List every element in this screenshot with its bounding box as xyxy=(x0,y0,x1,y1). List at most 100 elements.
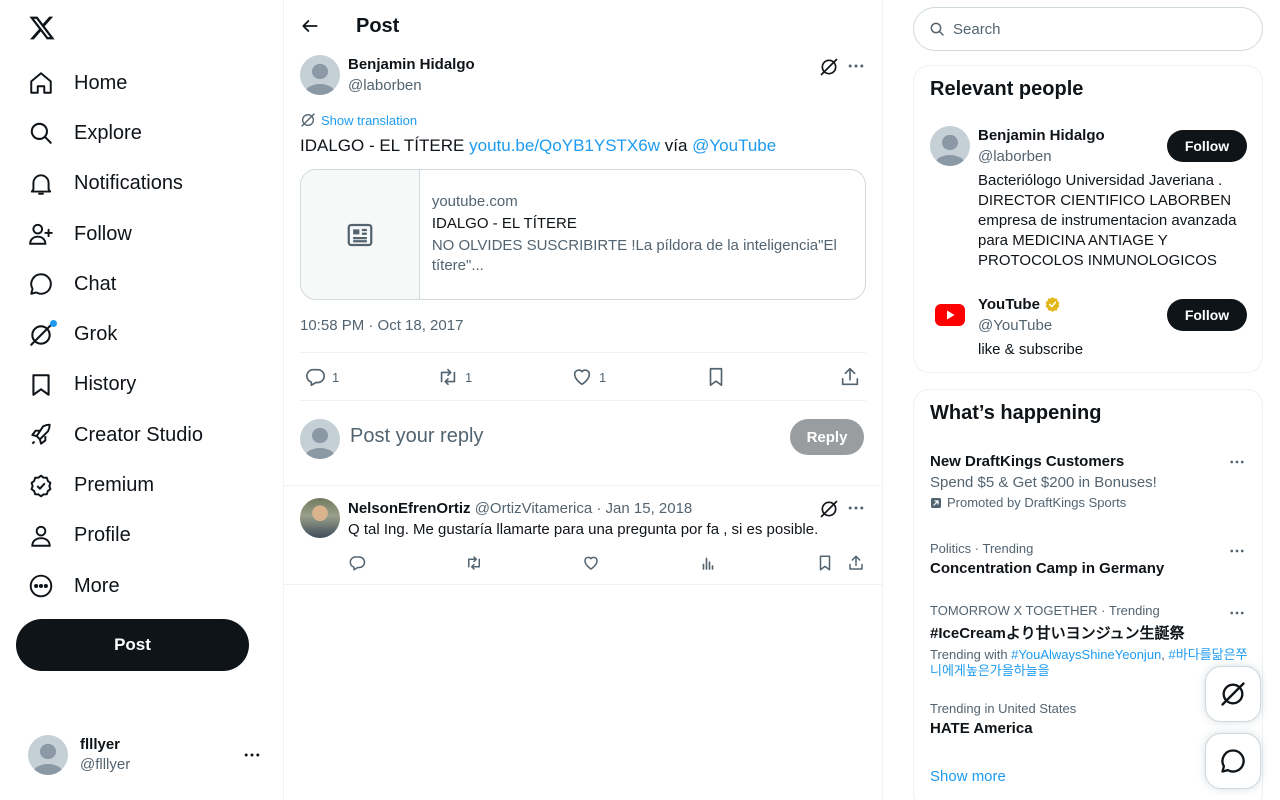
nav-follow[interactable]: Follow xyxy=(16,209,266,259)
nav-premium[interactable]: Premium xyxy=(16,460,266,510)
reply-icon xyxy=(306,368,325,387)
follow-button[interactable]: Follow xyxy=(1167,130,1247,162)
tweet-link[interactable]: youtu.be/QoYB1YSTX6w xyxy=(469,136,660,155)
grok-floating-button[interactable] xyxy=(1205,666,1261,722)
tweet-action-bar: 1 1 1 xyxy=(300,352,866,401)
account-name: flllyer xyxy=(80,736,121,753)
account-handle: @flllyer xyxy=(80,756,131,773)
tweet-text-via: vía xyxy=(660,136,693,155)
person-name[interactable]: Benjamin Hidalgo xyxy=(978,127,1105,144)
nav-explore[interactable]: Explore xyxy=(16,108,266,158)
account-switcher[interactable]: flllyer @flllyer xyxy=(28,733,268,777)
nav-more[interactable]: More xyxy=(16,561,266,611)
nav-home[interactable]: Home xyxy=(16,58,266,108)
reply-post[interactable]: NelsonEfrenOrtiz @OrtizVitamerica · Jan … xyxy=(284,486,883,585)
reply-input[interactable]: Post your reply xyxy=(350,425,483,448)
show-translation-link[interactable]: Show translation xyxy=(300,112,417,128)
trend-item[interactable]: New DraftKings Customers Spend $5 & Get … xyxy=(930,453,1250,510)
share-icon[interactable] xyxy=(847,554,865,572)
nav-grok[interactable]: Grok xyxy=(16,309,266,359)
grok-icon[interactable] xyxy=(819,499,839,519)
nav-notifications[interactable]: Notifications xyxy=(16,159,266,209)
author-handle[interactable]: @laborben xyxy=(348,77,422,94)
nav-chat[interactable]: Chat xyxy=(16,259,266,309)
link-card[interactable]: youtube.com IDALGO - EL TÍTERE NO OLVIDE… xyxy=(300,169,866,300)
relevant-people-panel: Relevant people Benjamin Hidalgo @laborb… xyxy=(913,65,1263,373)
trend-name: New DraftKings Customers xyxy=(930,453,1125,470)
mention-link[interactable]: @YouTube xyxy=(692,136,776,155)
trending-with-label: Trending with xyxy=(930,647,1012,662)
trend-item[interactable]: Politics · Trending Concentration Camp i… xyxy=(930,541,1250,577)
nav-label: Home xyxy=(74,71,128,94)
card-description: NO OLVIDES SUSCRIBIRTE !La píldora de la… xyxy=(431,237,837,274)
promoted-text: Promoted by DraftKings Sports xyxy=(947,495,1127,510)
post-button[interactable]: Post xyxy=(16,619,249,671)
nav-label: Explore xyxy=(74,121,142,144)
reply-author-name[interactable]: NelsonEfrenOrtiz xyxy=(348,500,471,517)
nav-label: Chat xyxy=(74,272,117,295)
nav-profile[interactable]: Profile xyxy=(16,511,266,561)
tweet-timestamp[interactable]: 10:58 PM · Oct 18, 2017 xyxy=(300,317,463,334)
person-avatar[interactable] xyxy=(930,126,970,166)
reply-date[interactable]: Jan 15, 2018 xyxy=(606,500,693,517)
reply-author-handle[interactable]: @OrtizVitamerica xyxy=(475,500,592,517)
reply-action[interactable]: 1 xyxy=(304,366,339,388)
like-action[interactable]: 1 xyxy=(571,366,606,388)
repost-action[interactable]: 1 xyxy=(437,366,472,388)
more-horizontal-icon[interactable] xyxy=(1228,542,1246,560)
show-more-link[interactable]: Show more xyxy=(930,768,1006,785)
person-icon xyxy=(28,523,54,549)
messages-floating-button[interactable] xyxy=(1205,733,1261,789)
repost-icon[interactable] xyxy=(465,554,483,572)
tweet-text-prefix: IDALGO - EL TÍTERE xyxy=(300,136,470,155)
person-name[interactable]: YouTube xyxy=(978,296,1061,313)
nav-label: Premium xyxy=(74,474,155,497)
more-horizontal-icon[interactable] xyxy=(1228,604,1246,622)
trend-category: Trending in United States xyxy=(930,701,1077,716)
heart-icon xyxy=(573,369,591,386)
bookmark-action[interactable] xyxy=(705,366,727,388)
bookmark-icon[interactable] xyxy=(816,554,834,572)
nav-creator-studio[interactable]: Creator Studio xyxy=(16,410,266,460)
youtube-logo-icon[interactable] xyxy=(932,297,968,333)
home-icon xyxy=(28,70,54,96)
trend-item[interactable]: Trending in United States HATE America xyxy=(930,701,1250,737)
nav-label: Follow xyxy=(74,222,132,245)
person-bio: like & subscribe xyxy=(978,341,1084,358)
primary-nav: Home Explore Notifications Follow Chat G… xyxy=(16,58,266,611)
nav-history[interactable]: History xyxy=(16,360,266,410)
more-horizontal-icon xyxy=(242,745,262,765)
more-horizontal-icon[interactable] xyxy=(1228,453,1246,471)
person-name-text: YouTube xyxy=(978,296,1040,313)
person-handle[interactable]: @YouTube xyxy=(978,317,1052,334)
hashtag-separator: , xyxy=(1161,647,1169,662)
search-field[interactable]: Search xyxy=(913,7,1263,51)
share-action[interactable] xyxy=(839,366,861,388)
tweet-text: IDALGO - EL TÍTERE youtu.be/QoYB1YSTX6w … xyxy=(300,135,776,157)
reply-button[interactable]: Reply xyxy=(790,419,864,455)
follow-button[interactable]: Follow xyxy=(1167,299,1247,331)
reply-icon[interactable] xyxy=(348,554,366,572)
author-name[interactable]: Benjamin Hidalgo xyxy=(348,56,475,73)
main-column: Post Benjamin Hidalgo @laborben Show tra… xyxy=(284,0,883,800)
card-thumbnail xyxy=(301,170,420,299)
nav-label: Grok xyxy=(74,323,118,346)
nav-label: More xyxy=(74,574,120,597)
trend-item[interactable]: TOMORROW X TOGETHER · Trending #IceCream… xyxy=(930,603,1250,679)
hashtag-link[interactable]: #YouAlwaysShineYeonjun xyxy=(1011,647,1161,662)
panel-title: Relevant people xyxy=(930,78,1084,100)
heart-icon[interactable] xyxy=(582,554,600,572)
more-horizontal-icon[interactable] xyxy=(846,56,866,76)
repost-count: 1 xyxy=(465,369,473,385)
grok-icon[interactable] xyxy=(819,57,839,77)
more-horizontal-icon[interactable] xyxy=(846,498,866,518)
chat-bubble-icon xyxy=(1221,749,1245,773)
author-avatar[interactable] xyxy=(300,55,340,95)
reply-author-avatar[interactable] xyxy=(300,498,340,538)
back-arrow-icon[interactable] xyxy=(300,16,320,36)
analytics-icon[interactable] xyxy=(699,554,717,572)
trend-category: TOMORROW X TOGETHER · Trending xyxy=(930,603,1160,618)
x-logo-icon[interactable] xyxy=(28,14,56,42)
person-handle[interactable]: @laborben xyxy=(978,148,1052,165)
rocket-icon xyxy=(28,422,54,448)
